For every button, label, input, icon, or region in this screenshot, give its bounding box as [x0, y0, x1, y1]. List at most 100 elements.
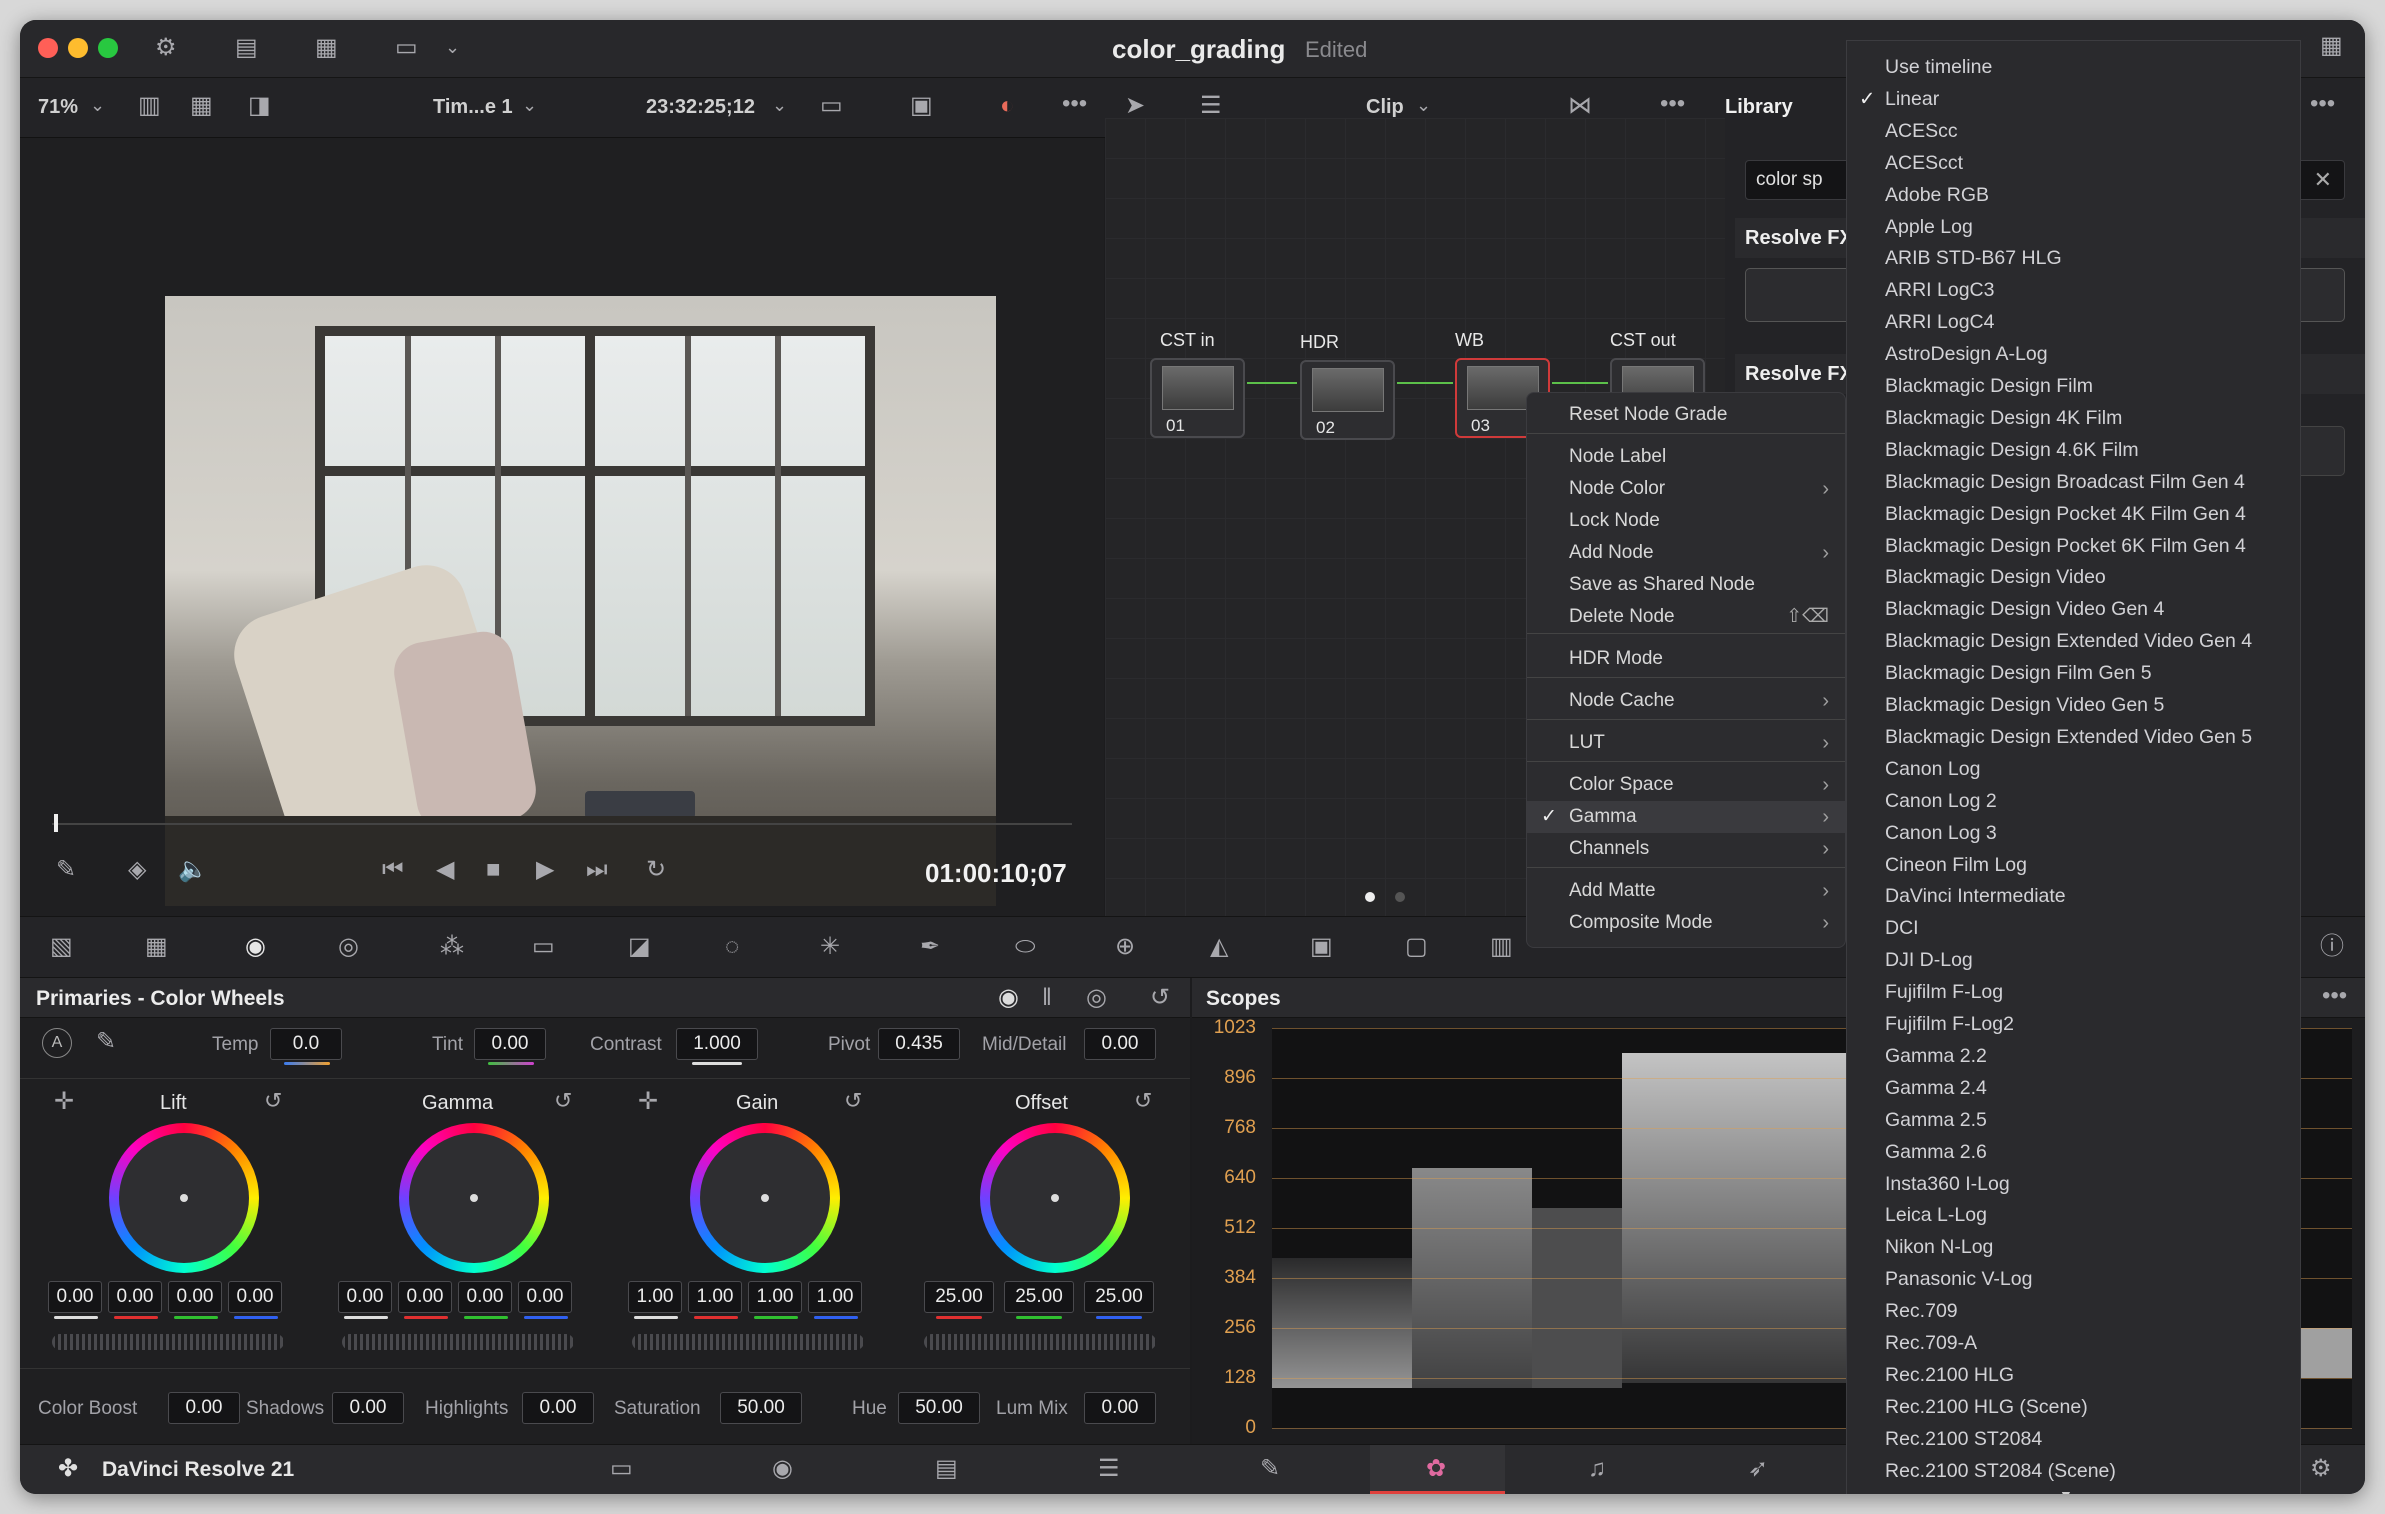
gamma-option[interactable]: Gamma 2.2 — [1885, 1040, 1987, 1072]
page-dot-active[interactable] — [1365, 892, 1375, 902]
saturation-field[interactable]: 50.00 — [720, 1392, 802, 1424]
gain-green-field[interactable]: 1.00 — [748, 1281, 802, 1313]
more-options-icon[interactable]: ••• — [1062, 92, 1087, 116]
auto-balance-button[interactable]: A — [42, 1028, 72, 1058]
gamma-option[interactable]: Blackmagic Design Video — [1885, 561, 2106, 593]
sizing-icon[interactable]: ▢ — [1405, 935, 1428, 959]
offset-red-field[interactable]: 25.00 — [924, 1281, 994, 1313]
gamma-option[interactable]: Nikon N-Log — [1885, 1231, 1993, 1263]
menu-item-lut[interactable]: LUT › — [1527, 727, 1845, 759]
gamma-option[interactable]: Canon Log 2 — [1885, 785, 1997, 817]
gamma-option[interactable]: AstroDesign A-Log — [1885, 338, 2048, 370]
color-match-icon[interactable]: ▦ — [145, 935, 168, 959]
lift-green-field[interactable]: 0.00 — [168, 1281, 222, 1313]
media-pool-icon[interactable]: ⚙ — [155, 36, 177, 60]
zoom-select[interactable]: 71% — [38, 96, 78, 119]
colorboost-field[interactable]: 0.00 — [168, 1392, 240, 1424]
tab-library[interactable]: Library — [1725, 96, 1793, 119]
page-dot[interactable] — [1395, 892, 1405, 902]
contrast-field[interactable]: 1.000 — [676, 1028, 758, 1060]
gamma-option[interactable]: Rec.709 — [1885, 1295, 1958, 1327]
reset-icon[interactable]: ↺ — [844, 1090, 862, 1112]
scrubber-track[interactable] — [52, 823, 1072, 825]
lummix-field[interactable]: 0.00 — [1084, 1392, 1156, 1424]
layout-icon[interactable]: ▦ — [2320, 34, 2343, 58]
window-icon[interactable]: ⬭ — [1015, 935, 1036, 959]
gamma-wheel[interactable] — [399, 1123, 549, 1273]
gamma-option[interactable]: ARRI LogC3 — [1885, 274, 1994, 306]
log-wheels-icon[interactable]: ◎ — [1086, 986, 1107, 1010]
gain-wheel[interactable] — [690, 1123, 840, 1273]
reset-icon[interactable]: ↺ — [1150, 986, 1170, 1010]
edit-page-icon[interactable]: ▤ — [935, 1457, 958, 1481]
viewer-mode-icon[interactable]: ▭ — [820, 94, 843, 118]
gamma-option[interactable]: DJI D-Log — [1885, 944, 1973, 976]
hue-field[interactable]: 50.00 — [898, 1392, 980, 1424]
fairlight-page-icon[interactable]: ✎ — [1260, 1457, 1280, 1481]
node-hdr[interactable]: 02 — [1300, 360, 1395, 440]
gamma-option[interactable]: Apple Log — [1885, 211, 1973, 243]
scroll-down-icon[interactable]: ▼ — [2059, 1487, 2073, 1494]
split-viewer-icon[interactable]: ◨ — [248, 94, 271, 118]
more-options-icon[interactable]: ••• — [2310, 92, 2335, 116]
menu-item-node-cache[interactable]: Node Cache › — [1527, 685, 1845, 717]
volume-icon[interactable]: 🔈 — [178, 858, 208, 882]
tracker-icon[interactable]: ⊕ — [1115, 935, 1135, 959]
gamma-option[interactable]: Blackmagic Design Extended Video Gen 4 — [1885, 625, 2252, 657]
deliver-page-icon[interactable]: ➶ — [1748, 1457, 1768, 1481]
skip-to-end-icon[interactable]: ⏭ — [586, 858, 608, 882]
key-icon[interactable]: ▣ — [1310, 935, 1333, 959]
gamma-option[interactable]: Blackmagic Design Video Gen 5 — [1885, 689, 2164, 721]
offset-wheel[interactable] — [980, 1123, 1130, 1273]
info-icon[interactable]: ⓘ — [2320, 935, 2344, 959]
gamma-master-wheel[interactable] — [342, 1334, 574, 1350]
gamma-option[interactable]: Blackmagic Design Video Gen 4 — [1885, 593, 2164, 625]
gamma-option[interactable]: Fujifilm F-Log — [1885, 976, 2003, 1008]
temp-field[interactable]: 0.0 — [270, 1028, 342, 1060]
color-picker-icon[interactable]: ◐ — [1000, 94, 1015, 118]
temp-slider[interactable] — [284, 1062, 330, 1065]
lift-blue-field[interactable]: 0.00 — [228, 1281, 282, 1313]
gamma-option[interactable]: ARIB STD-B67 HLG — [1885, 242, 2062, 274]
offset-green-field[interactable]: 25.00 — [1004, 1281, 1074, 1313]
3d-icon[interactable]: ▥ — [1490, 935, 1513, 959]
gamma-option[interactable]: Blackmagic Design Broadcast Film Gen 4 — [1885, 466, 2245, 498]
menu-item-node-label[interactable]: Node Label — [1527, 441, 1845, 473]
menu-item-color-space[interactable]: Color Space › — [1527, 769, 1845, 801]
gamma-option[interactable]: Use timeline — [1885, 51, 1992, 83]
play-reverse-icon[interactable]: ◀ — [436, 858, 454, 882]
grid-viewer-icon[interactable]: ▦ — [190, 94, 213, 118]
maximize-window-button[interactable] — [98, 38, 118, 58]
crosshair-icon[interactable]: ✛ — [54, 1090, 74, 1114]
color-warper-icon[interactable]: ◌ — [725, 935, 739, 959]
more-options-icon[interactable]: ••• — [2322, 984, 2347, 1008]
gamma-master-field[interactable]: 0.00 — [338, 1281, 392, 1313]
single-viewer-icon[interactable]: ▥ — [138, 94, 161, 118]
gamma-option[interactable]: Fujifilm F-Log2 — [1885, 1008, 2014, 1040]
menu-item-delete-node[interactable]: Delete Node ⇧⌫ — [1527, 601, 1845, 633]
chevron-down-icon[interactable]: ⌄ — [445, 38, 460, 56]
menu-item-gamma[interactable]: ✓ Gamma › — [1527, 801, 1845, 833]
minimize-window-button[interactable] — [68, 38, 88, 58]
gamma-option[interactable]: Gamma 2.6 — [1885, 1136, 1987, 1168]
shadows-field[interactable]: 0.00 — [332, 1392, 404, 1424]
gamma-option[interactable]: Linear ✓ — [1859, 83, 1939, 115]
gamma-option[interactable]: Adobe RGB — [1885, 179, 1989, 211]
menu-item-channels[interactable]: Channels › — [1527, 833, 1845, 865]
gamma-red-field[interactable]: 0.00 — [398, 1281, 452, 1313]
gallery-icon[interactable]: ▤ — [235, 36, 258, 60]
gamma-option[interactable]: Blackmagic Design 4.6K Film — [1885, 434, 2139, 466]
pivot-field[interactable]: 0.435 — [878, 1028, 960, 1060]
menu-item-node-color[interactable]: Node Color › — [1527, 473, 1845, 505]
primaries-bars-icon[interactable]: ‖ — [1042, 986, 1052, 1010]
gamma-option[interactable]: Blackmagic Design Pocket 6K Film Gen 4 — [1885, 530, 2246, 562]
white-balance-picker-icon[interactable]: ✎ — [96, 1030, 116, 1054]
gain-red-field[interactable]: 1.00 — [688, 1281, 742, 1313]
offset-blue-field[interactable]: 25.00 — [1084, 1281, 1154, 1313]
clips-icon[interactable]: ▭ — [395, 36, 418, 60]
color-page-tab[interactable]: ✿ — [1370, 1445, 1505, 1494]
play-icon[interactable]: ▶ — [536, 858, 554, 882]
gamma-option[interactable]: Rec.709-A — [1885, 1327, 1977, 1359]
menu-item-add-matte[interactable]: Add Matte › — [1527, 875, 1845, 907]
curves-icon[interactable]: ◪ — [628, 935, 651, 959]
